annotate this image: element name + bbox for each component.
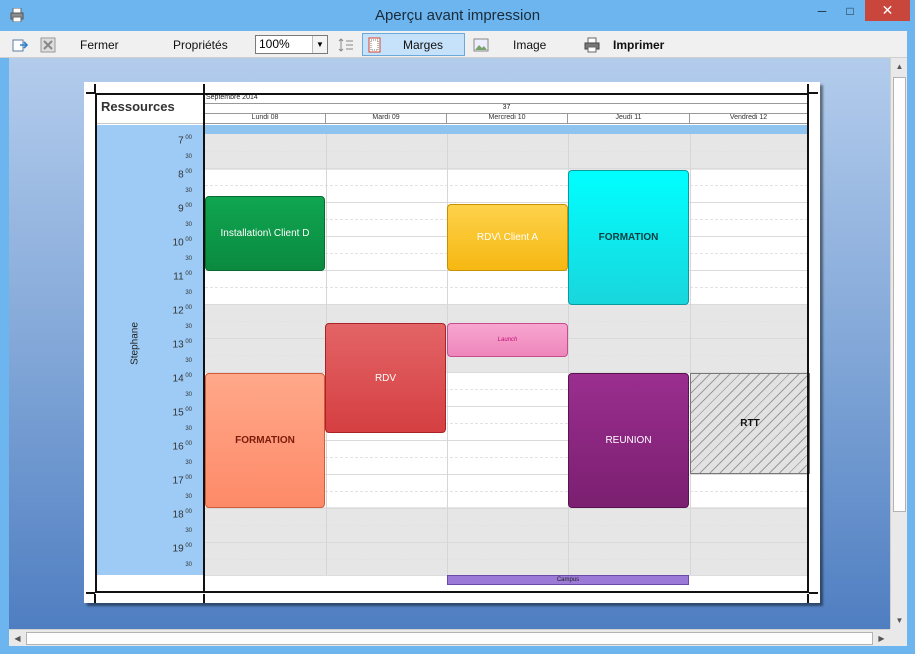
margin-marker[interactable] xyxy=(86,92,95,94)
maximize-button[interactable]: □ xyxy=(836,0,864,21)
close-window-button[interactable]: ✕ xyxy=(865,0,910,21)
resource-divider xyxy=(203,94,205,592)
window-border xyxy=(0,58,9,654)
image-icon xyxy=(473,38,489,51)
minimize-button[interactable]: ─ xyxy=(808,0,836,21)
margin-marker[interactable] xyxy=(807,594,809,603)
export-button[interactable] xyxy=(12,33,28,56)
vertical-scrollbar[interactable]: ▲ ▼ xyxy=(890,58,907,629)
zoom-select[interactable]: 100% ▼ xyxy=(255,35,328,54)
margin-marker[interactable] xyxy=(203,84,205,93)
window-title: Aperçu avant impression xyxy=(374,7,541,24)
image-icon-button[interactable] xyxy=(473,33,489,56)
print-icon-button[interactable] xyxy=(584,33,600,56)
line-spacing-button[interactable] xyxy=(338,33,354,56)
close-icon xyxy=(40,37,56,52)
export-icon xyxy=(12,39,28,51)
scroll-down-arrow[interactable]: ▼ xyxy=(891,612,908,629)
close-preview-icon-button[interactable] xyxy=(40,33,56,56)
margin-marker[interactable] xyxy=(809,592,818,594)
marges-label: Marges xyxy=(403,37,444,52)
proprietes-button[interactable]: Propriétés xyxy=(173,33,228,56)
margins-icon xyxy=(368,37,381,52)
scroll-left-arrow[interactable]: ◀ xyxy=(9,630,26,647)
margin-marker[interactable] xyxy=(809,92,818,94)
scroll-thumb[interactable] xyxy=(26,632,873,645)
image-button[interactable]: Image xyxy=(513,33,546,56)
toolbar: Fermer Propriétés 100% ▼ Marges Image Im… xyxy=(0,31,915,58)
window-border xyxy=(0,646,915,654)
margin-marker[interactable] xyxy=(203,594,205,603)
margin-marker[interactable] xyxy=(94,594,96,603)
title-bar: Aperçu avant impression ─ □ ✕ xyxy=(0,0,915,31)
scroll-right-arrow[interactable]: ▶ xyxy=(873,630,890,647)
marges-button[interactable]: Marges xyxy=(362,33,465,56)
imprimer-button[interactable]: Imprimer xyxy=(613,33,664,56)
chevron-down-icon[interactable]: ▼ xyxy=(312,36,327,53)
horizontal-scrollbar[interactable]: ◀ ▶ xyxy=(9,629,890,646)
scroll-corner xyxy=(890,629,907,646)
scroll-thumb[interactable] xyxy=(893,77,906,512)
window-border xyxy=(907,31,915,654)
fermer-button[interactable]: Fermer xyxy=(80,33,119,56)
line-spacing-icon xyxy=(338,37,353,52)
scroll-up-arrow[interactable]: ▲ xyxy=(891,58,908,75)
zoom-value: 100% xyxy=(259,37,290,51)
printer-icon xyxy=(584,37,600,52)
margin-marker[interactable] xyxy=(86,592,95,594)
